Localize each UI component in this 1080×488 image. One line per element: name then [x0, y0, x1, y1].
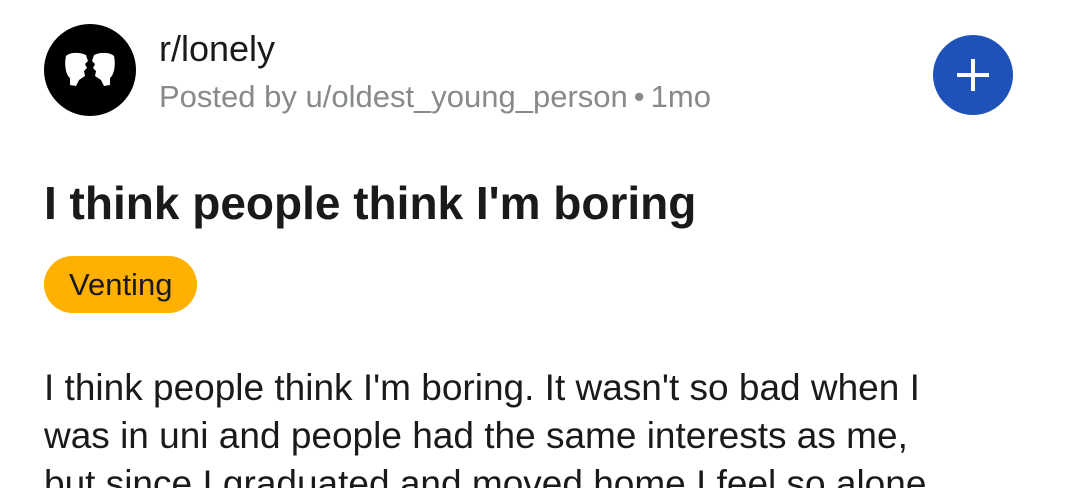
plus-icon	[957, 59, 989, 91]
post-body[interactable]: I think people think I'm boring. It wasn…	[44, 364, 1034, 488]
body-line: but since I graduated and moved home I f…	[44, 463, 927, 488]
post-meta: Posted by u/oldest_young_person • 1mo	[159, 77, 711, 117]
body-line: I think people think I'm boring. It wasn…	[44, 367, 920, 408]
posted-by-text[interactable]: Posted by u/oldest_young_person	[159, 79, 628, 114]
join-community-button[interactable]	[933, 35, 1013, 115]
post-title[interactable]: I think people think I'm boring	[44, 173, 696, 233]
community-avatar[interactable]	[44, 24, 136, 116]
body-line: was in uni and people had the same inter…	[44, 415, 908, 456]
post-card: r/lonely Posted by u/oldest_young_person…	[0, 0, 1080, 488]
post-header: r/lonely Posted by u/oldest_young_person…	[44, 24, 1044, 120]
two-faces-icon	[65, 52, 115, 86]
meta-separator: •	[633, 79, 645, 114]
post-flair[interactable]: Venting	[44, 256, 198, 313]
community-name[interactable]: r/lonely	[159, 26, 275, 72]
post-age: 1mo	[650, 79, 711, 114]
